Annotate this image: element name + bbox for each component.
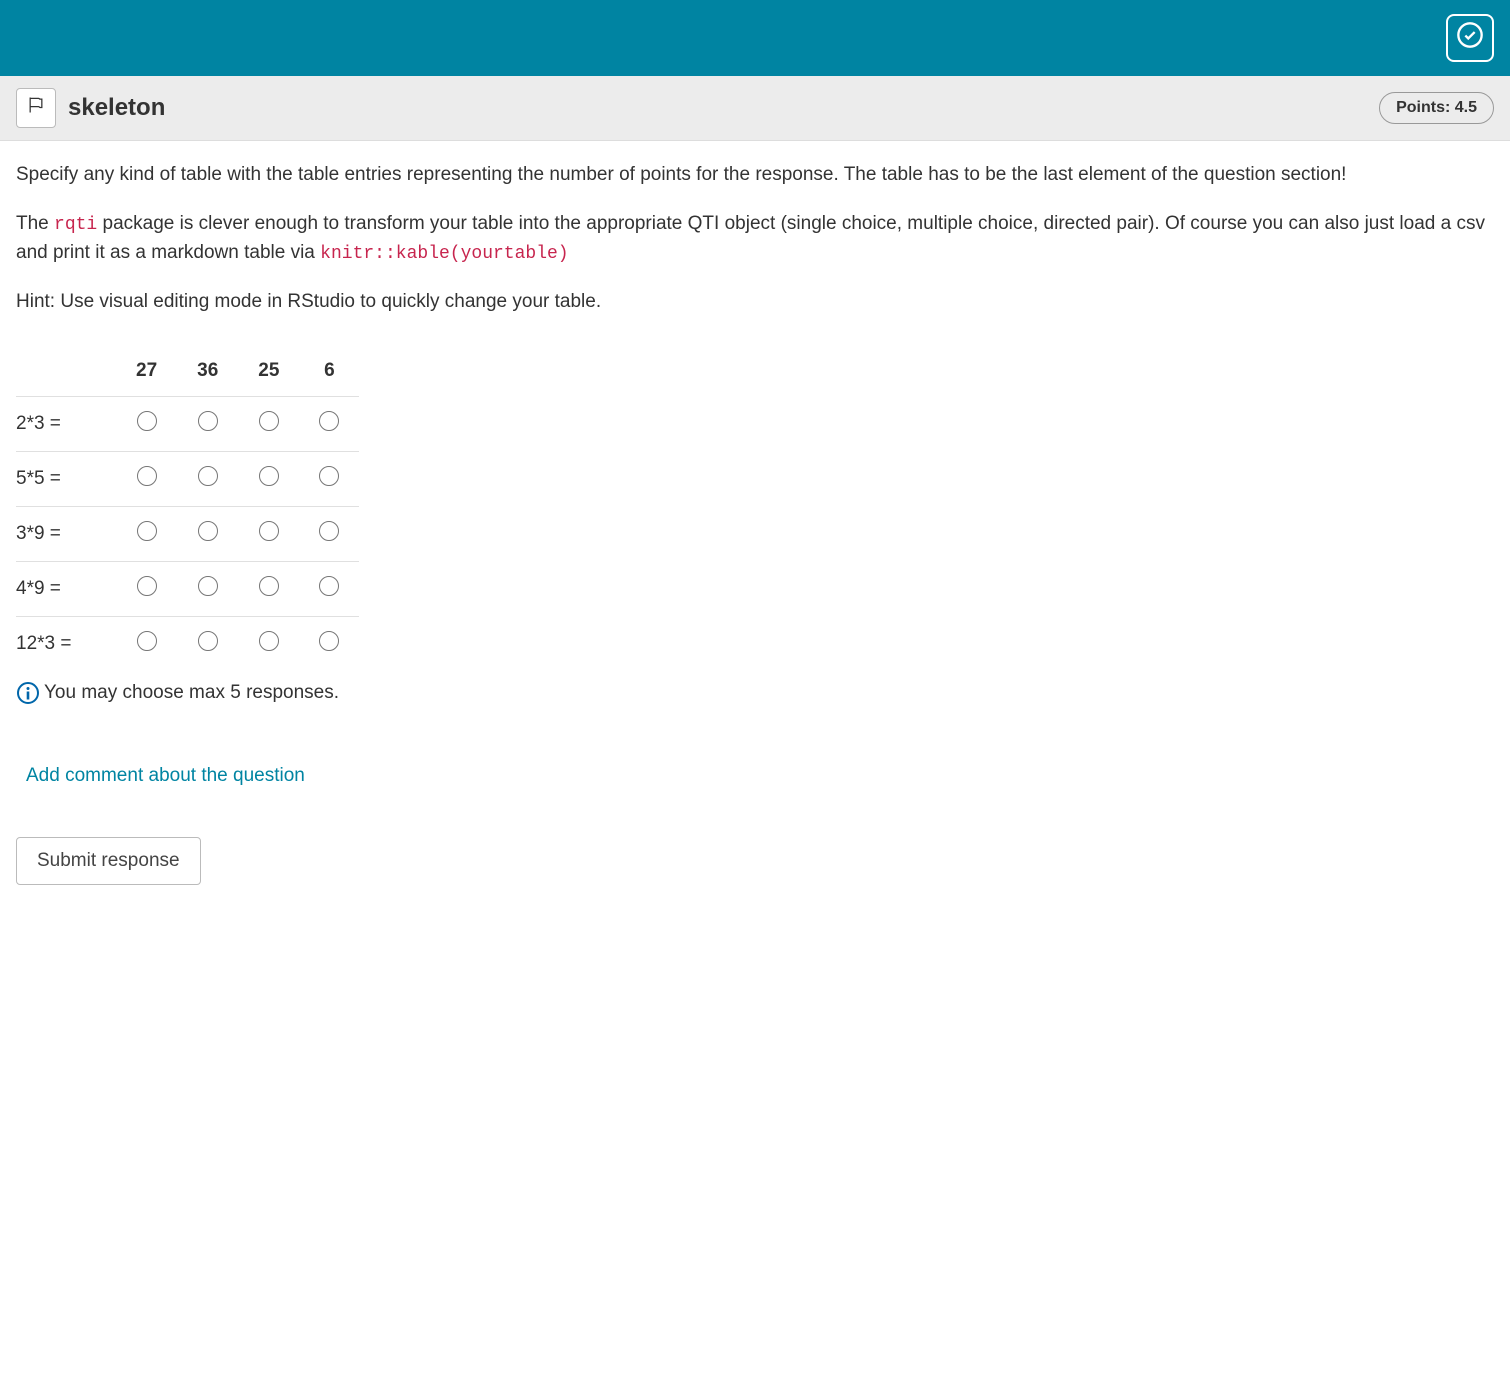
table-row: 4*9 =	[16, 562, 359, 617]
match-radio[interactable]	[319, 576, 339, 596]
instruction-para-2: The rqti package is clever enough to tra…	[16, 210, 1494, 268]
info-row: You may choose max 5 responses.	[16, 681, 1494, 705]
row-label: 3*9 =	[16, 507, 116, 562]
match-radio[interactable]	[319, 521, 339, 541]
match-radio[interactable]	[137, 576, 157, 596]
hint-para: Hint: Use visual editing mode in RStudio…	[16, 288, 1494, 317]
match-radio[interactable]	[319, 411, 339, 431]
col-header: 25	[238, 346, 299, 397]
question-title: skeleton	[68, 94, 1379, 122]
code-inline: rqti	[54, 215, 97, 235]
match-radio[interactable]	[198, 521, 218, 541]
match-radio[interactable]	[259, 576, 279, 596]
match-radio[interactable]	[137, 521, 157, 541]
match-radio[interactable]	[198, 466, 218, 486]
match-table: 27 36 25 6 2*3 = 5*5 = 3*9 =	[16, 346, 359, 671]
match-radio[interactable]	[137, 631, 157, 651]
table-row: 12*3 =	[16, 617, 359, 672]
flag-button[interactable]	[16, 88, 56, 128]
col-header: 27	[116, 346, 177, 397]
flag-icon	[26, 95, 46, 121]
question-body: Specify any kind of table with the table…	[0, 141, 1510, 905]
match-radio[interactable]	[137, 466, 157, 486]
submit-button[interactable]: Submit response	[16, 837, 201, 885]
row-label: 12*3 =	[16, 617, 116, 672]
col-header: 6	[299, 346, 359, 397]
add-comment-link[interactable]: Add comment about the question	[26, 765, 305, 787]
info-text: You may choose max 5 responses.	[44, 682, 339, 704]
row-label: 4*9 =	[16, 562, 116, 617]
row-label: 2*3 =	[16, 397, 116, 452]
points-badge: Points: 4.5	[1379, 92, 1494, 124]
table-row: 3*9 =	[16, 507, 359, 562]
match-radio[interactable]	[319, 466, 339, 486]
top-bar	[0, 0, 1510, 76]
match-radio[interactable]	[259, 466, 279, 486]
check-circle-icon	[1456, 21, 1484, 55]
confirm-button[interactable]	[1446, 14, 1494, 62]
match-radio[interactable]	[198, 576, 218, 596]
row-label: 5*5 =	[16, 452, 116, 507]
col-header: 36	[177, 346, 238, 397]
match-radio[interactable]	[319, 631, 339, 651]
match-radio[interactable]	[198, 411, 218, 431]
match-radio[interactable]	[259, 521, 279, 541]
match-radio[interactable]	[137, 411, 157, 431]
match-radio[interactable]	[259, 411, 279, 431]
match-radio[interactable]	[259, 631, 279, 651]
match-radio[interactable]	[198, 631, 218, 651]
code-inline: knitr::kable(yourtable)	[320, 244, 568, 264]
instruction-para-1: Specify any kind of table with the table…	[16, 161, 1494, 190]
info-icon	[16, 681, 40, 705]
table-corner	[16, 346, 116, 397]
table-row: 2*3 =	[16, 397, 359, 452]
table-row: 5*5 =	[16, 452, 359, 507]
question-header: skeleton Points: 4.5	[0, 76, 1510, 141]
